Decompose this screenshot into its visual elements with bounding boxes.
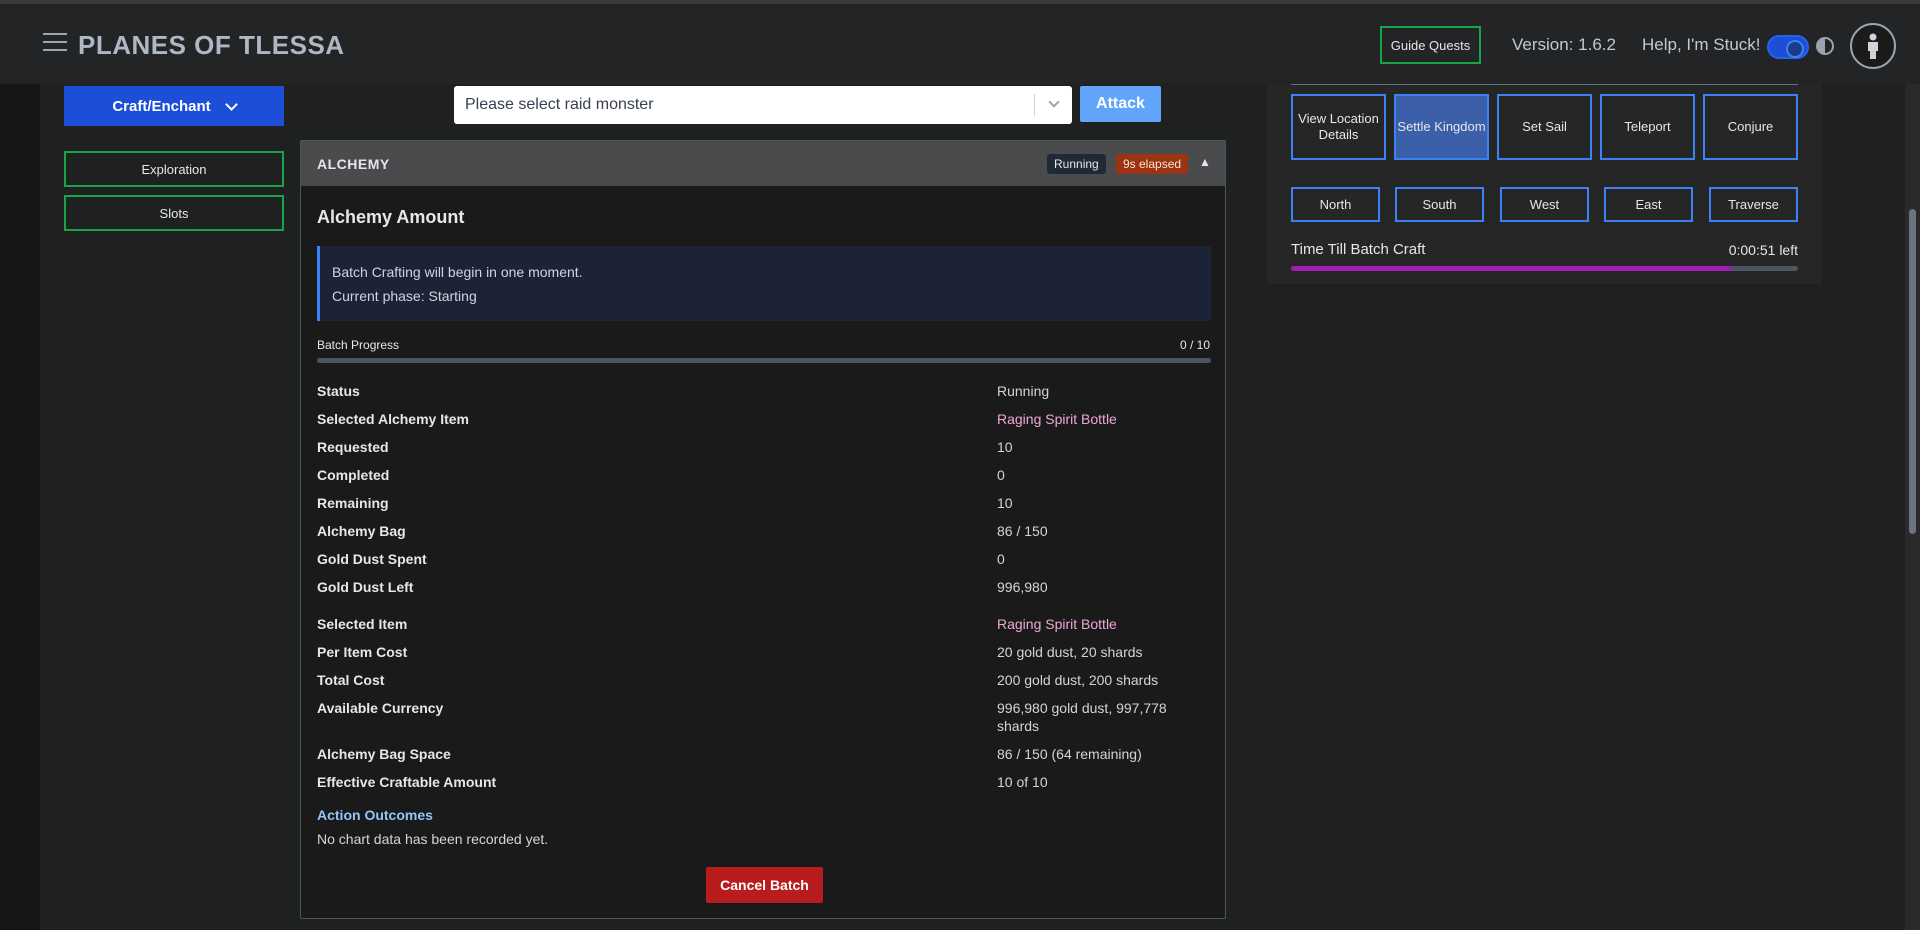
version-link[interactable]: Version: 1.6.2 (1512, 35, 1616, 55)
batch-progress-bar (317, 358, 1211, 363)
detail-key: Selected Alchemy Item (317, 411, 469, 427)
detail-value: 86 / 150 (997, 523, 1048, 539)
view-location-details-button[interactable]: View Location Details (1291, 94, 1386, 160)
chevron-down-icon (224, 97, 238, 111)
action-outcomes-empty: No chart data has been recorded yet. (317, 831, 549, 847)
person-icon (1868, 33, 1878, 59)
collapse-icon[interactable]: ▲ (1199, 155, 1211, 169)
page-scrollbar[interactable] (1905, 84, 1920, 930)
craft-enchant-dropdown-button[interactable]: Craft/Enchant (64, 86, 284, 126)
status-badge: Running (1047, 154, 1106, 174)
batch-notice: Batch Crafting will begin in one moment.… (317, 246, 1211, 321)
detail-row: Effective Craftable Amount 10 of 10 (317, 773, 1211, 791)
detail-value: Raging Spirit Bottle (997, 411, 1117, 427)
alchemy-panel-header[interactable]: ALCHEMY Running 9s elapsed ▲ (301, 141, 1225, 186)
detail-row: Alchemy Bag Space 86 / 150 (64 remaining) (317, 745, 1211, 763)
detail-row: Available Currency 996,980 gold dust, 997… (317, 699, 1211, 735)
raid-select-placeholder: Please select raid monster (465, 96, 654, 113)
detail-key: Gold Dust Spent (317, 551, 427, 567)
detail-key: Alchemy Bag (317, 523, 406, 539)
batch-details: Status Running Selected Alchemy Item Ragin… (317, 378, 1211, 791)
alchemy-panel: ALCHEMY Running 9s elapsed ▲ Alchemy Amo… (300, 140, 1226, 919)
detail-value: 996,980 gold dust, 997,778 shards (997, 700, 1167, 734)
detail-row: Alchemy Bag 86 / 150 (317, 522, 1211, 540)
select-separator (1034, 94, 1035, 116)
detail-value: Running (997, 383, 1050, 399)
detail-row: Status Running (317, 382, 1211, 400)
detail-key: Status (317, 383, 360, 399)
detail-value: 10 of 10 (997, 774, 1048, 790)
raid-monster-select[interactable]: Please select raid monster (454, 86, 1072, 124)
batch-timer-fill (1291, 266, 1733, 271)
detail-key: Requested (317, 439, 389, 455)
south-button[interactable]: South (1395, 187, 1484, 222)
detail-value: 996,980 (997, 579, 1048, 595)
help-stuck-link[interactable]: Help, I'm Stuck! (1642, 35, 1761, 55)
batch-progress-label: Batch Progress (317, 338, 400, 352)
notice-line-1: Batch Crafting will begin in one moment. (332, 264, 583, 280)
detail-row: Selected Item Raging Spirit Bottle (317, 615, 1211, 633)
detail-value: 0 (997, 551, 1005, 567)
north-button[interactable]: North (1291, 187, 1380, 222)
detail-value: 10 (997, 495, 1013, 511)
detail-row: Total Cost 200 gold dust, 200 shards (317, 671, 1211, 689)
detail-value: 10 (997, 439, 1013, 455)
detail-key: Total Cost (317, 672, 385, 688)
conjure-button[interactable]: Conjure (1703, 94, 1798, 160)
app-title[interactable]: PLANES OF TLESSA (78, 30, 345, 61)
batch-timer-bar (1291, 266, 1798, 271)
attack-button[interactable]: Attack (1080, 86, 1161, 122)
exploration-button[interactable]: Exploration (64, 151, 284, 187)
app-header: PLANES OF TLESSA Guide Quests Version: 1… (0, 4, 1920, 84)
detail-row: Requested 10 (317, 438, 1211, 456)
chevron-down-icon[interactable] (1048, 96, 1060, 108)
detail-value: 0 (997, 467, 1005, 483)
traverse-button[interactable]: Traverse (1709, 187, 1798, 222)
elapsed-badge: 9s elapsed (1116, 154, 1189, 174)
batch-progress-count: 0 / 10 (1179, 338, 1210, 352)
detail-key: Per Item Cost (317, 644, 408, 660)
craft-enchant-label: Craft/Enchant (112, 97, 211, 115)
east-button[interactable]: East (1604, 187, 1693, 222)
detail-key: Selected Item (317, 616, 408, 632)
batch-timer-value: 0:00:51 left (1728, 242, 1798, 258)
profile-avatar-button[interactable] (1850, 23, 1896, 69)
section-title: Alchemy Amount (317, 207, 465, 227)
guide-quests-button[interactable]: Guide Quests (1380, 26, 1481, 64)
detail-value: 86 / 150 (64 remaining) (997, 746, 1142, 762)
scrollbar-thumb[interactable] (1909, 209, 1916, 534)
detail-key: Completed (317, 467, 390, 483)
menu-icon[interactable] (43, 33, 67, 53)
detail-value: Raging Spirit Bottle (997, 616, 1117, 632)
dark-mode-toggle[interactable] (1767, 35, 1809, 59)
notice-line-2: Current phase: Starting (332, 288, 477, 304)
detail-value: 20 gold dust, 20 shards (997, 644, 1143, 660)
map-actions-card: View Location Details Settle Kingdom Set… (1267, 84, 1822, 284)
detail-key: Available Currency (317, 700, 444, 716)
detail-row: Gold Dust Spent 0 (317, 550, 1211, 568)
detail-key: Alchemy Bag Space (317, 746, 451, 762)
action-outcomes-title: Action Outcomes (317, 807, 433, 823)
slots-button[interactable]: Slots (64, 195, 284, 231)
detail-row: Per Item Cost 20 gold dust, 20 shards (317, 643, 1211, 661)
detail-row: Completed 0 (317, 466, 1211, 484)
set-sail-button[interactable]: Set Sail (1497, 94, 1592, 160)
cancel-batch-button[interactable]: Cancel Batch (706, 867, 823, 903)
detail-value: 200 gold dust, 200 shards (997, 672, 1159, 688)
west-button[interactable]: West (1500, 187, 1589, 222)
detail-row: Selected Alchemy Item Raging Spirit Bottl… (317, 410, 1211, 428)
contrast-icon (1816, 37, 1834, 55)
divider (1291, 84, 1798, 85)
teleport-button[interactable]: Teleport (1600, 94, 1695, 160)
batch-timer-label: Time Till Batch Craft (1291, 241, 1426, 258)
detail-key: Remaining (317, 495, 389, 511)
detail-row: Gold Dust Left 996,980 (317, 578, 1211, 596)
detail-row: Remaining 10 (317, 494, 1211, 512)
detail-key: Effective Craftable Amount (317, 774, 497, 790)
detail-key: Gold Dust Left (317, 579, 414, 595)
panel-title: ALCHEMY (317, 155, 390, 172)
settle-kingdom-button[interactable]: Settle Kingdom (1394, 94, 1489, 160)
